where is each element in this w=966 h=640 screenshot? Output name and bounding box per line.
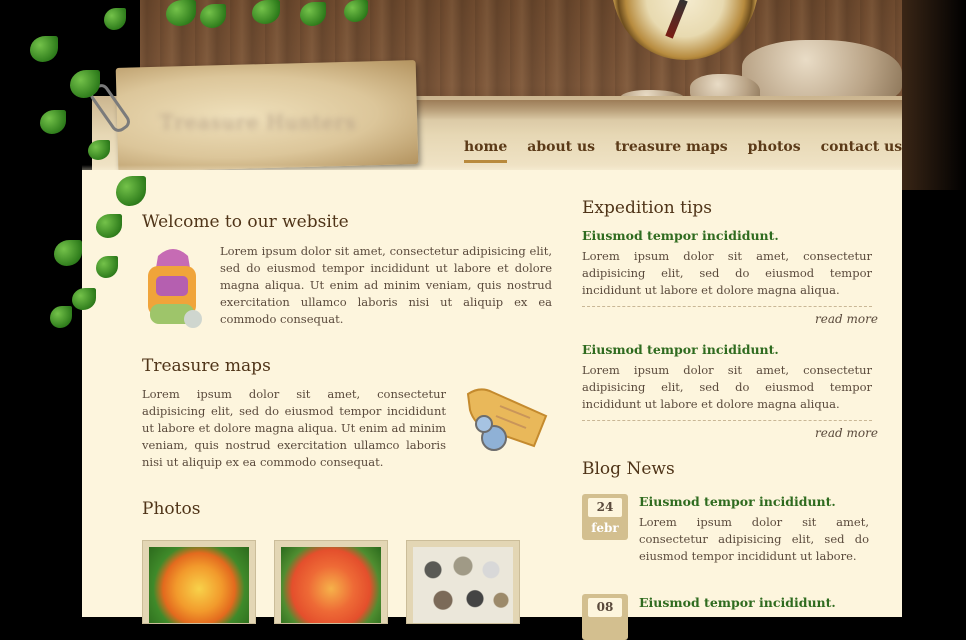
date-day: 08 [588,598,622,617]
backpack-icon [144,246,202,336]
banner-burn-edge [412,100,902,120]
photo-thumbnail[interactable] [406,540,520,624]
photo-thumbnail[interactable] [274,540,388,624]
treasure-heading: Treasure maps [142,356,271,376]
blog-heading: Blog News [582,459,675,479]
blog-post-text: Lorem ipsum dolor sit amet, consectetur … [639,515,869,563]
tip-title[interactable]: Eiusmod tempor incididunt. [582,342,779,357]
date-month: febr [591,521,619,535]
photo-thumbnail[interactable] [142,540,256,624]
nav-photos[interactable]: photos [748,139,801,163]
date-badge: 08 [582,594,628,640]
right-margin [902,0,966,617]
treasure-text: Lorem ipsum dolor sit amet, consectetur … [142,387,446,469]
date-day: 24 [588,498,622,517]
divider [582,420,872,421]
main-nav: home about us treasure maps photos conta… [464,139,902,163]
tip-text: Lorem ipsum dolor sit amet, consectetur … [582,249,872,297]
date-badge: 24 febr [582,494,628,540]
read-more-link[interactable]: read more [815,312,878,326]
nav-treasure-maps[interactable]: treasure maps [615,139,728,163]
read-more-link[interactable]: read more [815,426,878,440]
tip-title[interactable]: Eiusmod tempor incididunt. [582,228,779,243]
nav-home[interactable]: home [464,139,508,163]
blog-post-title[interactable]: Eiusmod tempor incididunt. [639,595,836,610]
welcome-heading: Welcome to our website [142,212,349,232]
photos-heading: Photos [142,499,201,519]
tip-text: Lorem ipsum dolor sit amet, consectetur … [582,363,872,411]
site-logo[interactable]: Treasure Hunters [160,110,382,136]
expedition-heading: Expedition tips [582,198,712,218]
welcome-text: Lorem ipsum dolor sit amet, consectetur … [220,244,552,326]
map-icon [460,384,550,454]
blog-post-title[interactable]: Eiusmod tempor incididunt. [639,494,836,509]
nav-about-us[interactable]: about us [527,139,595,163]
divider [582,306,872,307]
nav-contact-us[interactable]: contact us [821,139,903,163]
